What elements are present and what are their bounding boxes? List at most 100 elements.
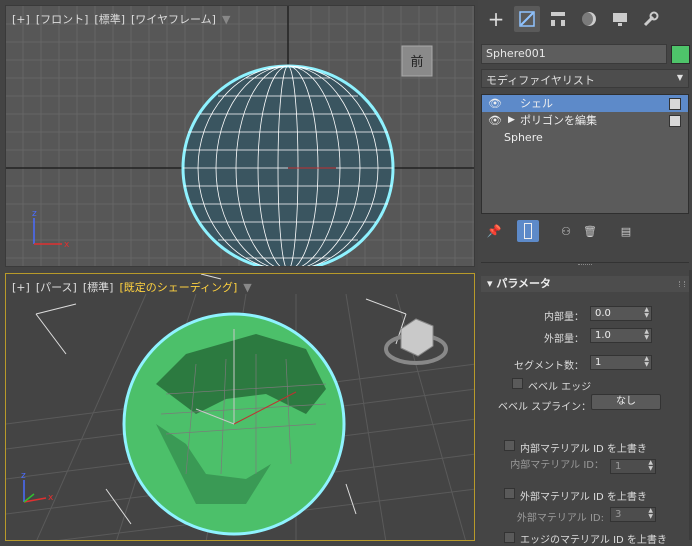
spinner-arrows-icon[interactable]: ▲ ▼ xyxy=(644,356,649,368)
command-panel: + Sphere001 モディファイヤリスト ▼ 👁 シェル 👁 ▶ ポリゴンを… xyxy=(478,0,692,546)
stack-item-edit-poly[interactable]: 👁 ▶ ポリゴンを編集 xyxy=(482,112,688,129)
spinner-arrows-icon[interactable]: ▲ ▼ xyxy=(644,329,649,341)
trash-icon: 🗑 xyxy=(583,224,597,238)
axis-gizmo-persp: z x xyxy=(21,471,54,503)
viewcube-persp xyxy=(384,318,448,365)
outer-amount-label: 外部量： xyxy=(544,334,584,345)
viewport-menu-plus[interactable]: [+] xyxy=(12,13,30,26)
eye-icon[interactable]: 👁 xyxy=(488,112,502,129)
modifier-list-label: モディファイヤリスト xyxy=(486,74,595,87)
bevel-edges-checkbox[interactable] xyxy=(512,378,523,389)
bevel-edges-label: ベベル エッジ xyxy=(528,382,592,393)
pin-stack-button[interactable]: 📌 xyxy=(483,220,505,242)
chevron-down-icon: ▼ xyxy=(676,73,683,82)
hierarchy-tab[interactable] xyxy=(545,6,571,32)
viewport-menu-shading[interactable]: [ワイヤフレーム] xyxy=(131,13,216,26)
utilities-tab[interactable] xyxy=(638,6,664,32)
stack-item-label: Sphere xyxy=(504,131,543,144)
svg-text:前: 前 xyxy=(410,54,423,70)
make-unique-icon: ⚇ xyxy=(561,224,571,238)
viewport-menu-view[interactable]: [パース] xyxy=(36,281,77,294)
plus-icon: + xyxy=(487,7,505,31)
viewport-front-label[interactable]: [+] [フロント] [標準] [ワイヤフレーム] ▼ xyxy=(12,11,236,27)
viewport-persp-label[interactable]: [+] [パース] [標準] [既定のシェーディング] ▼ xyxy=(12,279,258,295)
wireframe-sphere xyxy=(181,64,395,266)
remove-modifier-button[interactable]: 🗑 xyxy=(579,220,601,242)
outer-mat-id-label: 外部マテリアル ID: xyxy=(516,513,604,524)
create-tab[interactable]: + xyxy=(483,6,509,32)
svg-text:x: x xyxy=(48,493,54,503)
rollout-grip[interactable] xyxy=(679,281,685,287)
viewport-menu-shading[interactable]: [既定のシェーディング] xyxy=(119,281,237,294)
stack-item-label: シェル xyxy=(520,97,553,110)
motion-tab[interactable] xyxy=(576,6,602,32)
stack-item-label: ポリゴンを編集 xyxy=(520,114,597,127)
hierarchy-icon xyxy=(551,12,565,26)
parameters-rollout-header[interactable]: ▾ パラメータ xyxy=(481,276,689,292)
configure-modifier-sets-button[interactable]: ▤ xyxy=(615,220,637,242)
override-edge-mat-checkbox[interactable] xyxy=(504,532,515,543)
viewport-menu-view[interactable]: [フロント] xyxy=(36,13,89,26)
inner-amount-value: 0.0 xyxy=(595,308,611,319)
inner-mat-id-spinner[interactable]: 1 ▲ ▼ xyxy=(610,459,656,474)
outer-amount-spinner[interactable]: 1.0 ▲ ▼ xyxy=(590,328,652,343)
object-color-swatch[interactable] xyxy=(671,45,690,64)
svg-text:z: z xyxy=(32,209,37,219)
viewport-menu-mode[interactable]: [標準] xyxy=(94,13,125,26)
perspective-viewport-canvas: z x xyxy=(6,274,474,540)
svg-text:z: z xyxy=(21,471,26,481)
segments-value: 1 xyxy=(595,357,602,368)
config-icon: ▤ xyxy=(620,224,632,238)
viewport-menu-plus[interactable]: [+] xyxy=(12,281,30,294)
shell-sphere xyxy=(122,312,346,536)
eye-icon[interactable]: 👁 xyxy=(488,95,502,112)
pin-icon: 📌 xyxy=(486,224,502,238)
command-panel-tabs: + xyxy=(478,0,692,38)
filter-icon[interactable]: ▼ xyxy=(222,13,230,26)
override-outer-mat-checkbox[interactable] xyxy=(504,488,515,499)
modifier-stack: 👁 シェル 👁 ▶ ポリゴンを編集 Sphere xyxy=(481,94,689,214)
stack-item-shell[interactable]: 👁 シェル xyxy=(482,95,688,112)
stack-item-toggle[interactable] xyxy=(669,115,681,127)
end-result-icon xyxy=(524,223,532,239)
collapse-triangle-icon: ▾ xyxy=(487,277,497,290)
object-name-field[interactable]: Sphere001 xyxy=(481,44,667,64)
inner-amount-label: 内部量： xyxy=(544,312,584,323)
display-tab[interactable] xyxy=(607,6,633,32)
make-unique-button[interactable]: ⚇ xyxy=(555,220,577,242)
viewport-front[interactable]: 前 z x [+] [フロント] [標準] [ワイヤフレーム] ▼ xyxy=(5,5,475,267)
outer-mat-id-spinner[interactable]: 3 ▲ ▼ xyxy=(610,507,656,522)
inner-amount-spinner[interactable]: 0.0 ▲ ▼ xyxy=(590,306,652,321)
show-end-result-button[interactable] xyxy=(517,220,539,242)
spinner-arrows-icon[interactable]: ▲ ▼ xyxy=(648,460,653,472)
spinner-arrows-icon[interactable]: ▲ ▼ xyxy=(648,508,653,520)
override-inner-mat-label: 内部マテリアル ID を上書き xyxy=(520,444,647,455)
outer-amount-value: 1.0 xyxy=(595,330,611,341)
inner-mat-id-value: 1 xyxy=(615,461,622,472)
divider xyxy=(481,262,689,263)
outer-mat-id-value: 3 xyxy=(615,509,622,520)
wrench-icon xyxy=(643,11,659,27)
spinner-arrows-icon[interactable]: ▲ ▼ xyxy=(644,307,649,319)
front-viewport-canvas: 前 z x xyxy=(6,6,474,266)
viewport-perspective[interactable]: z x [+] [パース] [標準] [既定のシェーディング] ▼ xyxy=(5,273,475,541)
override-edge-mat-label: エッジのマテリアル ID を上書き xyxy=(520,535,667,546)
viewcube-front: 前 xyxy=(401,45,433,77)
stack-toolbar: 📌 ⚇ 🗑 ▤ xyxy=(481,220,689,244)
segments-spinner[interactable]: 1 ▲ ▼ xyxy=(590,355,652,370)
stack-item-toggle[interactable] xyxy=(669,98,681,110)
expand-triangle-icon[interactable]: ▶ xyxy=(508,112,515,129)
modifier-list-dropdown[interactable]: モディファイヤリスト ▼ xyxy=(481,69,689,88)
override-inner-mat-checkbox[interactable] xyxy=(504,440,515,451)
bevel-spline-label: ベベル スプライン： xyxy=(498,402,592,413)
viewport-menu-mode[interactable]: [標準] xyxy=(83,281,114,294)
modify-tab[interactable] xyxy=(514,6,540,32)
filter-icon[interactable]: ▼ xyxy=(243,281,251,294)
rollout-title: パラメータ xyxy=(496,277,552,290)
segments-label: セグメント数： xyxy=(514,361,584,372)
panel-grip[interactable] xyxy=(578,264,592,268)
display-icon xyxy=(613,13,627,26)
stack-item-sphere[interactable]: Sphere xyxy=(482,129,688,146)
bevel-spline-button[interactable]: なし xyxy=(591,394,661,410)
override-outer-mat-label: 外部マテリアル ID を上書き xyxy=(520,492,647,503)
